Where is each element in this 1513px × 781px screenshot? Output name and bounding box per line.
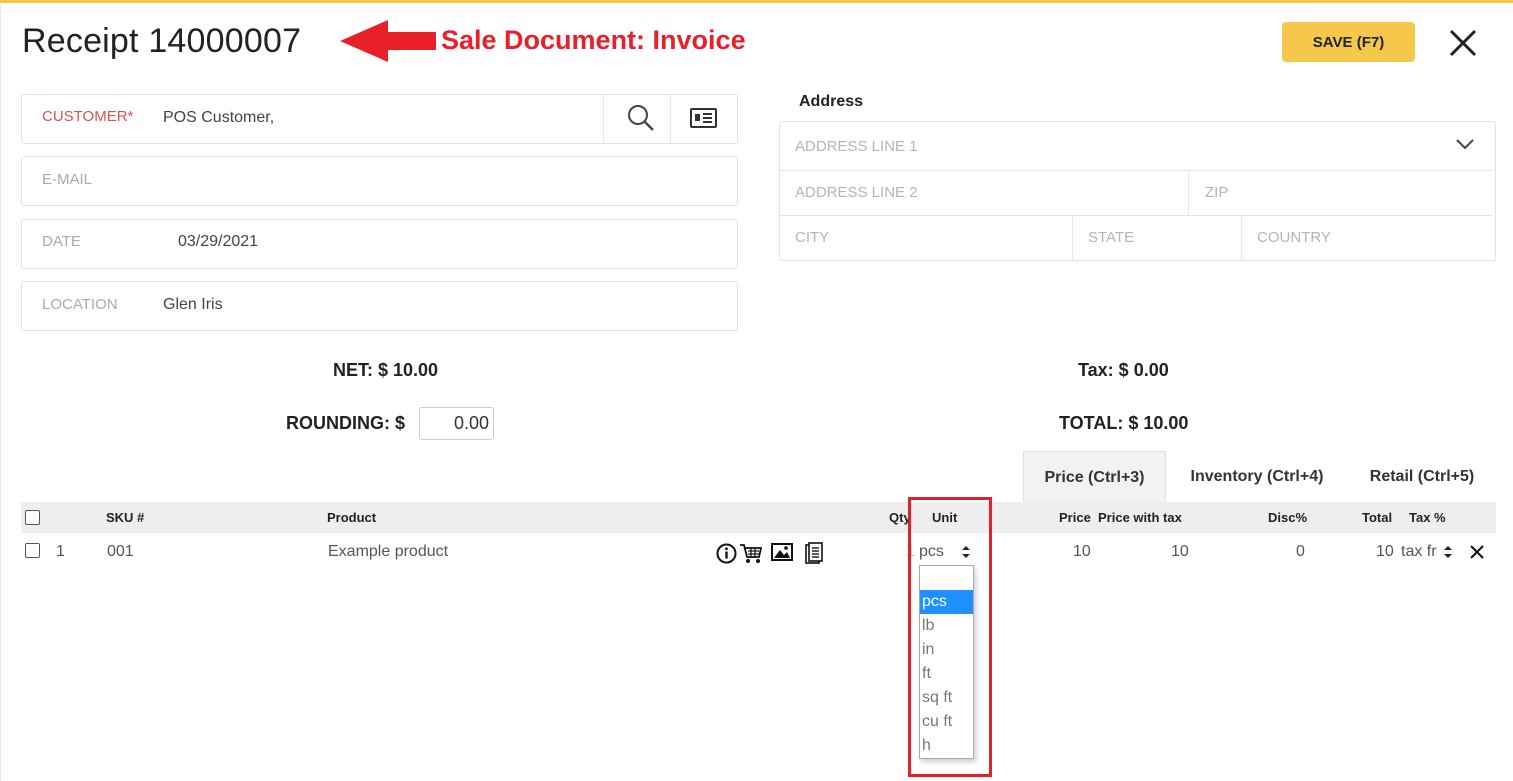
tab-price[interactable]: Price (Ctrl+3) — [1023, 451, 1166, 503]
address-line2-input[interactable]: ADDRESS LINE 2 — [795, 184, 918, 201]
image-icon[interactable] — [771, 543, 793, 561]
address-divider-2 — [780, 215, 1492, 216]
col-disc: Disc% — [1268, 510, 1308, 525]
document-icon[interactable] — [805, 542, 823, 564]
row-checkbox[interactable] — [25, 543, 40, 558]
grand-total: TOTAL: $ 10.00 — [1059, 413, 1189, 433]
email-label: E-MAIL — [42, 171, 93, 188]
customer-input[interactable]: POS Customer, — [163, 109, 274, 127]
zip-input[interactable]: ZIP — [1205, 184, 1228, 201]
tab-inventory[interactable]: Inventory (Ctrl+4) — [1172, 451, 1342, 503]
save-button[interactable]: SAVE (F7) — [1282, 22, 1415, 62]
annotation-highlight-box — [908, 497, 992, 777]
net-total: NET: $ 10.00 — [333, 360, 439, 380]
row-price[interactable]: 10 — [1073, 543, 1091, 561]
row-total: 10 — [1376, 543, 1394, 560]
row-sku: 001 — [107, 543, 134, 560]
col-price: Price — [1059, 510, 1091, 525]
top-accent-bar — [0, 0, 1513, 3]
state-input[interactable]: STATE — [1088, 229, 1134, 246]
location-field[interactable] — [21, 281, 738, 331]
address-title: Address — [799, 93, 864, 110]
tab-retail[interactable]: Retail (Ctrl+5) — [1348, 451, 1496, 503]
annotation-label: Sale Document: Invoice — [441, 25, 746, 55]
date-input[interactable]: 03/29/2021 — [178, 233, 258, 251]
contact-card-icon[interactable] — [690, 108, 717, 128]
close-icon[interactable] — [1444, 24, 1482, 62]
col-tax: Tax % — [1409, 510, 1446, 525]
annotation-arrow-icon — [340, 20, 436, 62]
col-product: Product — [327, 510, 377, 525]
customer-label: CUSTOMER* — [42, 108, 134, 125]
col-price-with-tax: Price with tax — [1098, 510, 1182, 525]
page-title: Receipt 14000007 — [22, 22, 302, 60]
customer-divider-2 — [670, 95, 671, 143]
date-label: DATE — [42, 233, 81, 250]
country-divider — [1241, 216, 1242, 260]
tax-total: Tax: $ 0.00 — [1078, 360, 1169, 380]
address-divider — [780, 170, 1492, 171]
state-divider — [1072, 216, 1073, 260]
country-input[interactable]: COUNTRY — [1257, 229, 1331, 246]
tax-select-arrows-icon[interactable] — [1443, 545, 1453, 559]
rounding-label: ROUNDING: $ — [286, 413, 406, 433]
rounding-input[interactable]: 0.00 — [419, 407, 494, 440]
cart-icon[interactable] — [739, 542, 763, 564]
search-icon[interactable] — [626, 103, 656, 133]
location-label: LOCATION — [42, 296, 118, 313]
chevron-down-icon[interactable] — [1455, 137, 1475, 151]
row-price-with-tax[interactable]: 10 — [1171, 543, 1189, 561]
customer-divider — [603, 95, 604, 143]
col-sku: SKU # — [106, 510, 145, 525]
address-line1-input[interactable]: ADDRESS LINE 1 — [795, 138, 918, 155]
row-disc[interactable]: 0 — [1296, 543, 1305, 561]
select-all-checkbox[interactable] — [25, 510, 40, 525]
row-product: Example product — [328, 543, 449, 560]
zip-divider — [1188, 171, 1189, 215]
info-icon[interactable] — [716, 543, 737, 564]
col-total: Total — [1362, 510, 1393, 525]
row-tax-select[interactable]: tax fr — [1401, 543, 1439, 561]
city-input[interactable]: CITY — [795, 229, 829, 246]
row-number: 1 — [56, 543, 65, 560]
left-border — [0, 3, 1, 781]
location-input[interactable]: Glen Iris — [163, 296, 223, 314]
remove-row-icon[interactable] — [1470, 545, 1484, 559]
email-field[interactable] — [21, 156, 738, 206]
date-field[interactable] — [21, 219, 738, 269]
